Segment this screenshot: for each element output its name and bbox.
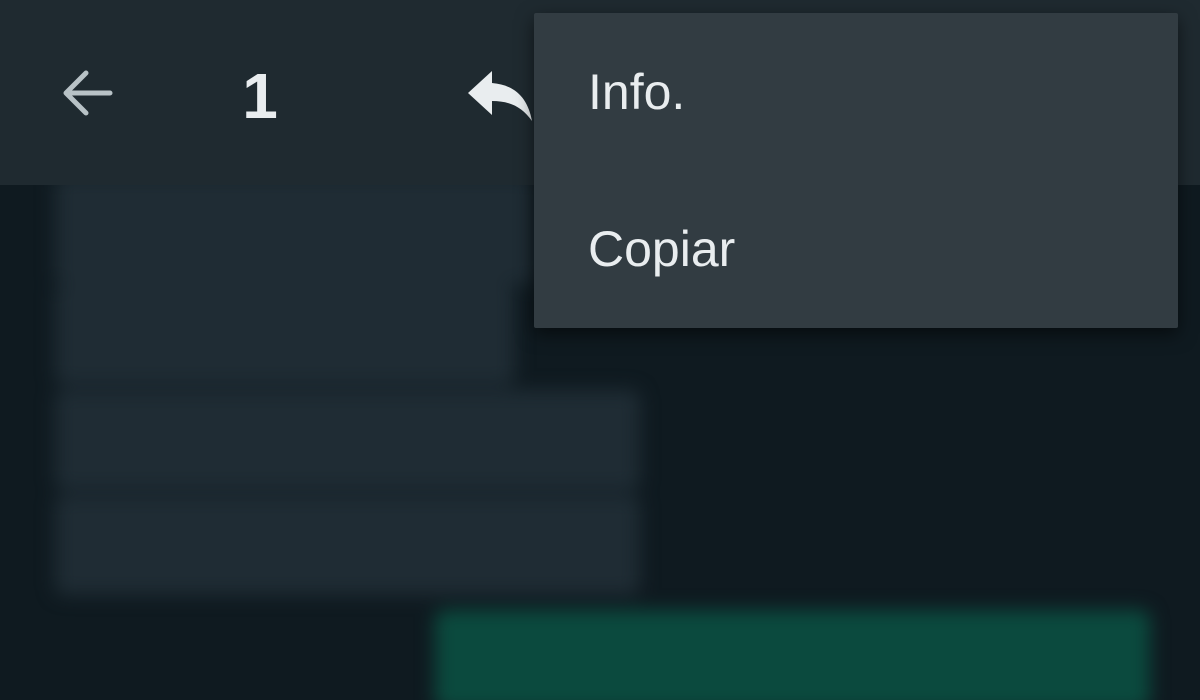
back-button[interactable] xyxy=(50,55,126,131)
message-bubble xyxy=(55,495,640,595)
message-bubble xyxy=(55,390,640,490)
message-bubble xyxy=(55,285,515,385)
reply-icon xyxy=(468,71,532,121)
context-menu: Info. Copiar xyxy=(534,13,1178,328)
reply-button[interactable] xyxy=(462,55,542,131)
menu-item-copy[interactable]: Copiar xyxy=(534,170,1178,327)
message-bubble xyxy=(55,185,535,285)
message-bubble xyxy=(435,610,1150,700)
menu-item-info[interactable]: Info. xyxy=(534,13,1178,170)
selected-count: 1 xyxy=(242,60,278,132)
arrow-left-icon xyxy=(63,70,113,116)
